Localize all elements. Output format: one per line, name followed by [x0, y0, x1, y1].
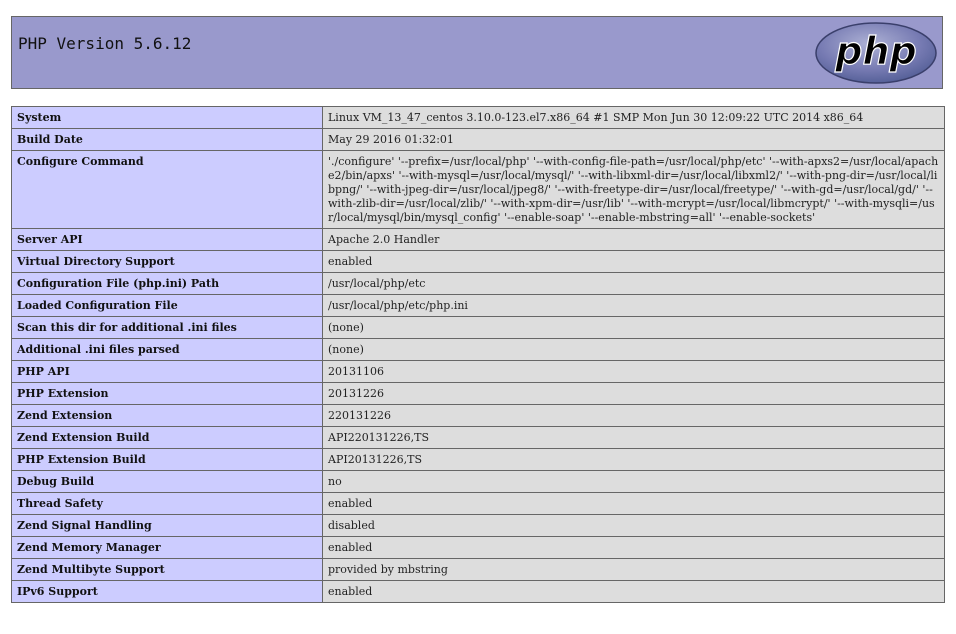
row-key: Virtual Directory Support	[11, 250, 323, 273]
table-row: System Linux VM_13_47_centos 3.10.0-123.e…	[11, 106, 945, 129]
table-row: Zend Signal Handling disabled	[11, 514, 945, 537]
row-key: Configuration File (php.ini) Path	[11, 272, 323, 295]
php-logo-text: php	[834, 29, 916, 73]
php-logo-icon[interactable]: php	[814, 21, 938, 85]
row-value: enabled	[322, 536, 945, 559]
row-value: Linux VM_13_47_centos 3.10.0-123.el7.x86…	[322, 106, 945, 129]
php-version-header: PHP Version 5.6.12 php	[11, 16, 943, 89]
table-row: IPv6 Support enabled	[11, 580, 945, 603]
table-row: PHP Extension Build API20131226,TS	[11, 448, 945, 471]
table-row: Virtual Directory Support enabled	[11, 250, 945, 273]
row-value: /usr/local/php/etc	[322, 272, 945, 295]
row-value: provided by mbstring	[322, 558, 945, 581]
row-value: './configure' '--prefix=/usr/local/php' …	[322, 150, 945, 229]
row-key: Loaded Configuration File	[11, 294, 323, 317]
table-row: Zend Multibyte Support provided by mbstri…	[11, 558, 945, 581]
row-value: API20131226,TS	[322, 448, 945, 471]
row-key: Additional .ini files parsed	[11, 338, 323, 361]
row-key: Debug Build	[11, 470, 323, 493]
table-row: Build Date May 29 2016 01:32:01	[11, 128, 945, 151]
table-row: Zend Extension Build API220131226,TS	[11, 426, 945, 449]
row-value: Apache 2.0 Handler	[322, 228, 945, 251]
row-key: Configure Command	[11, 150, 323, 229]
page-title: PHP Version 5.6.12	[18, 34, 192, 53]
row-value: 220131226	[322, 404, 945, 427]
row-value: API220131226,TS	[322, 426, 945, 449]
table-row: Loaded Configuration File/usr/local/php/…	[11, 294, 945, 317]
row-key: Zend Multibyte Support	[11, 558, 323, 581]
table-row: Scan this dir for additional .ini files(…	[11, 316, 945, 339]
row-key: IPv6 Support	[11, 580, 323, 603]
row-key: PHP API	[11, 360, 323, 383]
row-value: no	[322, 470, 945, 493]
row-key: Thread Safety	[11, 492, 323, 515]
table-row: Server API Apache 2.0 Handler	[11, 228, 945, 251]
row-key: Zend Extension Build	[11, 426, 323, 449]
row-value: (none)	[322, 338, 945, 361]
row-key: System	[11, 106, 323, 129]
table-row: Zend Memory Manager enabled	[11, 536, 945, 559]
row-value: 20131106	[322, 360, 945, 383]
php-info-table: System Linux VM_13_47_centos 3.10.0-123.e…	[11, 106, 945, 603]
table-row: Debug Build no	[11, 470, 945, 493]
table-row: PHP Extension 20131226	[11, 382, 945, 405]
row-value: (none)	[322, 316, 945, 339]
row-key: Build Date	[11, 128, 323, 151]
row-key: Zend Memory Manager	[11, 536, 323, 559]
row-value: disabled	[322, 514, 945, 537]
row-key: Zend Signal Handling	[11, 514, 323, 537]
row-key: Zend Extension	[11, 404, 323, 427]
row-value: May 29 2016 01:32:01	[322, 128, 945, 151]
row-value: enabled	[322, 492, 945, 515]
table-row: Zend Extension 220131226	[11, 404, 945, 427]
table-row: Additional .ini files parsed (none)	[11, 338, 945, 361]
row-value: enabled	[322, 580, 945, 603]
row-value: 20131226	[322, 382, 945, 405]
row-key: PHP Extension	[11, 382, 323, 405]
table-row: Configure Command './configure' '--prefix…	[11, 150, 945, 229]
row-key: Server API	[11, 228, 323, 251]
table-row: Configuration File (php.ini) Path/usr/lo…	[11, 272, 945, 295]
row-value: /usr/local/php/etc/php.ini	[322, 294, 945, 317]
table-row: Thread Safety enabled	[11, 492, 945, 515]
row-key: Scan this dir for additional .ini files	[11, 316, 323, 339]
table-row: PHP API 20131106	[11, 360, 945, 383]
row-key: PHP Extension Build	[11, 448, 323, 471]
row-value: enabled	[322, 250, 945, 273]
